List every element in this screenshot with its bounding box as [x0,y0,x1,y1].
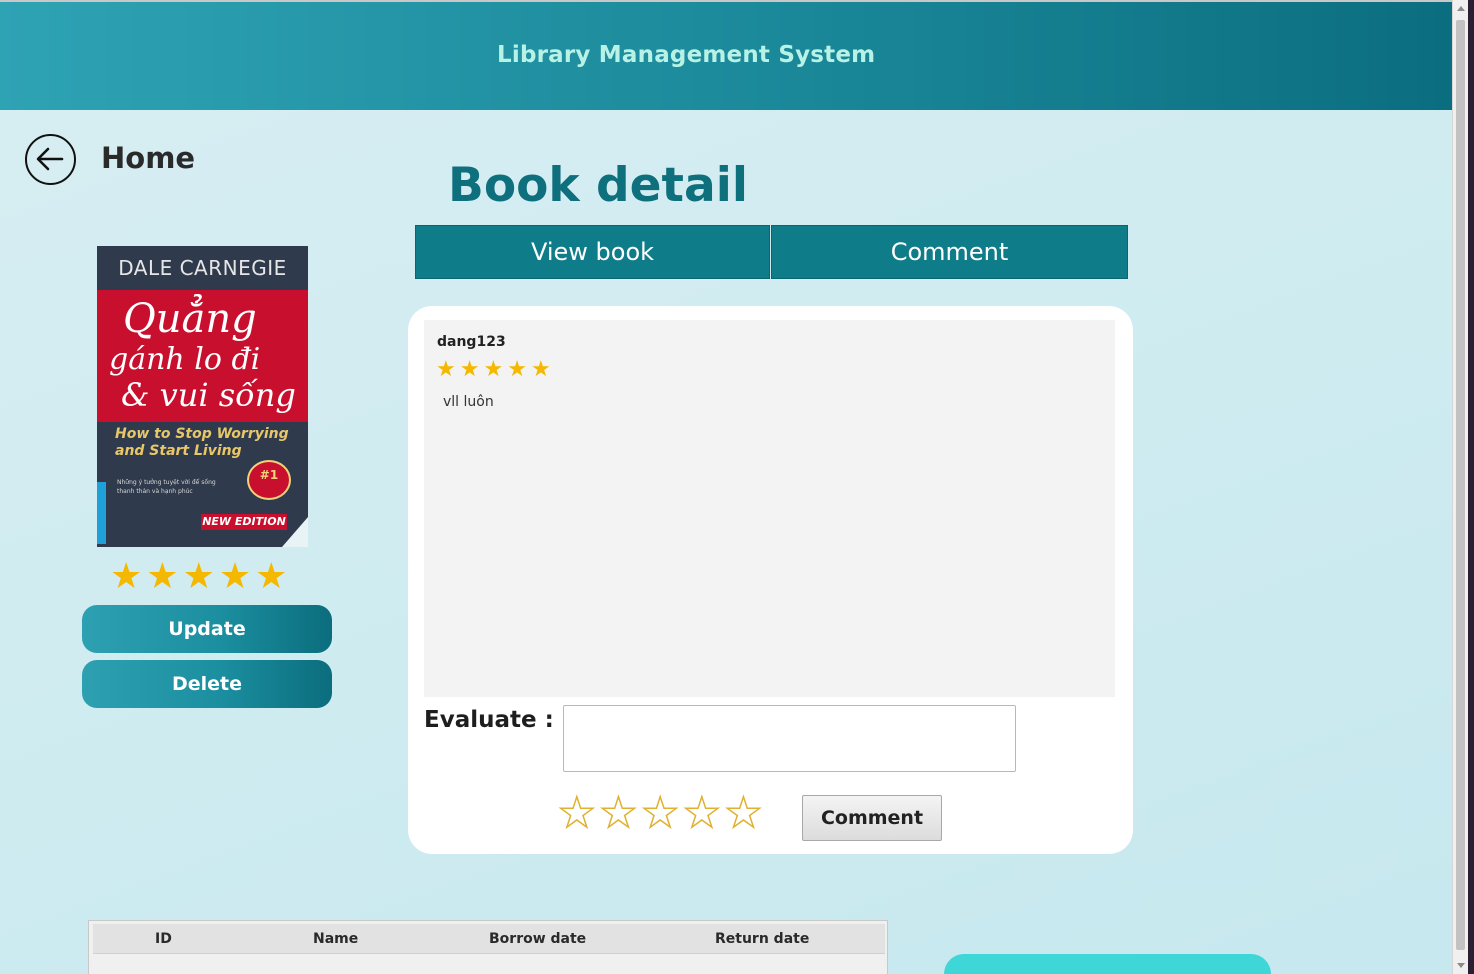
star-filled-icon: ★ [110,556,143,597]
star-filled-icon: ★ [255,556,288,597]
comment-submit-button[interactable]: Comment [802,795,942,841]
scrollbar-thumb[interactable] [1456,20,1465,950]
vertical-scrollbar[interactable] [1452,0,1468,974]
scroll-up-icon[interactable] [1457,6,1465,11]
page-title: Book detail [448,158,748,213]
comment-list[interactable]: dang123 ★ ★ ★ ★ ★ vll luôn [424,320,1115,697]
borrow-table[interactable]: ID Name Borrow date Return date [88,920,888,974]
star-filled-icon: ★ [146,556,179,597]
table-header-row: ID Name Borrow date Return date [93,924,885,954]
cover-edition-label: NEW EDITION [201,514,287,530]
app-window: Library Management System Home Book deta… [0,0,1452,974]
tab-comment[interactable]: Comment [771,225,1128,279]
back-button[interactable] [25,134,76,185]
tab-view-book[interactable]: View book [415,225,770,279]
star-outline-icon[interactable]: ★ [557,789,596,837]
home-label[interactable]: Home [101,141,195,175]
star-outline-icon[interactable]: ★ [724,789,763,837]
evaluate-input[interactable] [563,705,1016,772]
column-header-id[interactable]: ID [155,931,172,947]
delete-button[interactable]: Delete [82,660,332,708]
evaluate-label: Evaluate : [424,707,554,733]
star-filled-icon: ★ [483,357,504,382]
cover-subtitle: How to Stop Worrying and Start Living [115,426,289,459]
star-outline-icon[interactable]: ★ [599,789,638,837]
column-header-name[interactable]: Name [313,931,358,947]
star-filled-icon: ★ [530,357,551,382]
star-filled-icon: ★ [507,357,527,382]
app-title: Library Management System [497,42,876,68]
star-filled-icon: ★ [436,357,456,382]
cover-title-line: gánh lo đi [109,342,261,377]
cover-badge-text: #1 [259,468,279,482]
cover-page-fold [282,517,308,547]
star-outline-icon[interactable]: ★ [682,789,721,837]
comment-panel: dang123 ★ ★ ★ ★ ★ vll luôn Evaluate : ★ ★ ★ ★ ★ … [408,306,1133,854]
app-header: Library Management System [0,0,1452,110]
star-filled-icon: ★ [459,357,480,382]
arrow-left-circle-icon [36,147,64,171]
rating-input-stars[interactable]: ★ ★ ★ ★ ★ [557,789,763,837]
update-button[interactable]: Update [82,605,332,653]
star-filled-icon: ★ [182,556,215,597]
cyan-action-button[interactable] [944,954,1271,974]
cover-title-line: Quẳng [123,296,257,342]
background-window-edge [1468,0,1474,974]
column-header-borrow-date[interactable]: Borrow date [489,931,586,947]
comment-rating-stars: ★ ★ ★ ★ ★ [436,357,551,383]
column-header-return-date[interactable]: Return date [715,931,809,947]
cover-title-line: & vui sống [121,376,296,414]
book-cover-image: DALE CARNEGIE Quẳng gánh lo đi & vui sốn… [97,246,308,547]
cover-author: DALE CARNEGIE [118,256,287,280]
star-outline-icon[interactable]: ★ [641,789,680,837]
cover-publisher-spine [97,482,106,544]
book-rating-stars: ★ ★ ★ ★ ★ [110,557,287,597]
comment-text: vll luôn [443,394,494,410]
star-filled-icon: ★ [218,556,252,597]
scroll-down-icon[interactable] [1457,963,1465,968]
cover-tagline: Những ý tưởng tuyệt vời để sống thanh th… [117,479,216,495]
comment-username: dang123 [437,334,506,350]
cover-bestseller-badge: #1 [247,460,291,500]
